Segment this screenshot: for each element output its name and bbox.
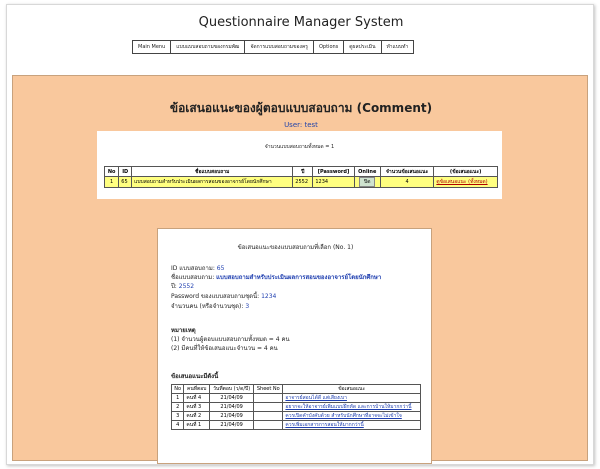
cell-date: 21/04/09 bbox=[209, 420, 255, 430]
cell-link: ดูข้อเสนอแนะ (ทั้งหมด) bbox=[433, 176, 498, 188]
col-name: ชื่อแบบสอบถาม bbox=[131, 166, 294, 177]
cell-comment[interactable]: อยากจะให้อาจารย์เพิ่มแบบฝึกหัด และการบ้า… bbox=[282, 402, 421, 412]
year-label: ปี: bbox=[171, 283, 177, 290]
cell-count: 4 bbox=[379, 176, 435, 188]
ccol-date: วันที่ตอบ (ว/ด/ปี) bbox=[209, 384, 255, 394]
cell-no: 1 bbox=[170, 393, 185, 403]
cell-who: คนที่ 1 bbox=[183, 420, 211, 430]
cell-who: คนที่ 2 bbox=[183, 411, 211, 421]
summary-panel: จำนวนแบบสอบถามทั้งหมด = 1 No ID ชื่อแบบส… bbox=[97, 131, 502, 199]
menu-main[interactable]: Main Menu bbox=[133, 41, 172, 53]
cell-password: 1234 bbox=[312, 176, 355, 188]
cell-comment[interactable]: ควรเปิดคำบังคับด้วย สำหรับนักศึกษาที่อาจ… bbox=[282, 411, 421, 421]
cell-who: คนที่ 3 bbox=[183, 402, 211, 412]
year-value: 2552 bbox=[178, 283, 195, 290]
menu-questionnaire-list[interactable]: แบบแบบสอบถามของกรมพัฒ bbox=[171, 41, 246, 53]
cell-sheet bbox=[253, 420, 284, 430]
col-online: Online bbox=[353, 166, 381, 177]
ccol-sheet: Sheet No bbox=[253, 384, 284, 394]
cell-date: 21/04/09 bbox=[209, 402, 255, 412]
col-comments: (ข้อเสนอแนะ) bbox=[433, 166, 498, 177]
table-row: 1 65 แบบสอบถามสำหรับประเมินผลการสอนของอา… bbox=[103, 176, 498, 188]
menu-help[interactable]: ทำแบบทำ bbox=[381, 41, 414, 53]
comments-heading: ข้อเสนอแนะมีดังนี้ bbox=[171, 373, 219, 380]
menu-view-results[interactable]: ดูผลประเมิน bbox=[344, 41, 382, 53]
ccol-no: No bbox=[170, 384, 185, 394]
note-2: (2) มีคนที่ให้ข้อเสนอแนะจำนวน = 4 คน bbox=[171, 345, 278, 352]
password-value: 1234 bbox=[261, 293, 277, 300]
col-no: No bbox=[103, 166, 120, 177]
respondents-label: จำนวนคน (หรือจำนวนชุด): bbox=[171, 303, 244, 310]
info-name: ชื่อแบบสอบถาม: แบบสอบถามสำหรับประเมินผลก… bbox=[171, 272, 381, 282]
cell-no: 4 bbox=[170, 420, 185, 430]
app-title: Questionnaire Manager System bbox=[198, 15, 404, 30]
cell-date: 21/04/09 bbox=[209, 393, 255, 403]
page-title: ข้อเสนอแนะของผู้ตอบแบบสอบถาม (Comment) bbox=[169, 101, 433, 115]
detail-panel: ข้อเสนอแนะของแบบสอบถามที่เลือก (No. 1) I… bbox=[157, 228, 432, 464]
view-comments-link[interactable]: ดูข้อเสนอแนะ (ทั้งหมด) bbox=[436, 179, 487, 185]
table-row: 1 คนที่ 4 21/04/09 อาจารย์สอนได้ดี แต่เส… bbox=[170, 393, 421, 403]
id-label: ID แบบสอบถาม: bbox=[171, 265, 215, 272]
content-area: ข้อเสนอแนะของผู้ตอบแบบสอบถาม (Comment) U… bbox=[12, 75, 588, 464]
ccol-who: คนที่ตอบ bbox=[183, 384, 211, 394]
info-respondents: จำนวนคน (หรือจำนวนชุด): 3 bbox=[171, 301, 249, 311]
id-value: 65 bbox=[216, 265, 225, 272]
user-label: User: test bbox=[284, 121, 318, 129]
table-header-row: No ID ชื่อแบบสอบถาม ปี [Password] Online… bbox=[103, 166, 498, 177]
info-password: Password ของแบบสอบถามชุดนี้: 1234 bbox=[171, 291, 276, 301]
cell-online: ปิด bbox=[353, 176, 381, 188]
ccol-text: ข้อเสนอแนะ bbox=[282, 384, 421, 394]
detail-title: ข้อเสนอแนะของแบบสอบถามที่เลือก (No. 1) bbox=[237, 244, 354, 251]
name-value: แบบสอบถามสำหรับประเมินผลการสอนของอาจารย์… bbox=[216, 274, 382, 281]
cell-no: 1 bbox=[103, 176, 120, 188]
total-questionnaires: จำนวนแบบสอบถามทั้งหมด = 1 bbox=[264, 144, 335, 150]
cell-sheet bbox=[253, 393, 284, 403]
col-year: ปี bbox=[292, 166, 314, 177]
cell-sheet bbox=[253, 411, 284, 421]
cell-who: คนที่ 4 bbox=[183, 393, 211, 403]
main-menu-bar: Main Menu แบบแบบสอบถามของกรมพัฒ จัดการแบ… bbox=[132, 40, 415, 54]
online-toggle-button[interactable]: ปิด bbox=[359, 177, 376, 187]
cell-sheet bbox=[253, 402, 284, 412]
info-year: ปี: 2552 bbox=[171, 281, 194, 291]
cell-no: 2 bbox=[170, 402, 185, 412]
cell-name: แบบสอบถามสำหรับประเมินผลการสอนของอาจารย์… bbox=[131, 176, 294, 188]
cell-date: 21/04/09 bbox=[209, 411, 255, 421]
menu-manage-questionnaire[interactable]: จัดการแบบสอบถามของครู bbox=[245, 41, 314, 53]
comments-table: No คนที่ตอบ วันที่ตอบ (ว/ด/ปี) Sheet No … bbox=[170, 384, 421, 430]
menu-options[interactable]: Options bbox=[313, 41, 345, 53]
password-label: Password ของแบบสอบถามชุดนี้: bbox=[171, 293, 260, 300]
cell-comment[interactable]: ควรเพิ่มเอกสารการสอนให้มากกว่านี้ bbox=[282, 420, 421, 430]
col-id: ID bbox=[118, 166, 133, 177]
cell-comment[interactable]: อาจารย์สอนได้ดี แต่เสียงเบา bbox=[282, 393, 421, 403]
table-row: 3 คนที่ 2 21/04/09 ควรเปิดคำบังคับด้วย ส… bbox=[170, 411, 421, 421]
comments-header-row: No คนที่ตอบ วันที่ตอบ (ว/ด/ปี) Sheet No … bbox=[170, 384, 421, 394]
col-password: [Password] bbox=[312, 166, 355, 177]
col-count: จำนวนข้อเสนอแนะ bbox=[379, 166, 435, 177]
summary-table: No ID ชื่อแบบสอบถาม ปี [Password] Online… bbox=[103, 166, 498, 188]
table-row: 4 คนที่ 1 21/04/09 ควรเพิ่มเอกสารการสอนใ… bbox=[170, 420, 421, 430]
cell-year: 2552 bbox=[292, 176, 314, 188]
table-row: 2 คนที่ 3 21/04/09 อยากจะให้อาจารย์เพิ่ม… bbox=[170, 402, 421, 412]
cell-id: 65 bbox=[118, 176, 133, 188]
app-window: Questionnaire Manager System Main Menu แ… bbox=[6, 4, 594, 465]
cell-no: 3 bbox=[170, 411, 185, 421]
respondents-value: 3 bbox=[245, 303, 250, 310]
name-label: ชื่อแบบสอบถาม: bbox=[171, 274, 215, 281]
